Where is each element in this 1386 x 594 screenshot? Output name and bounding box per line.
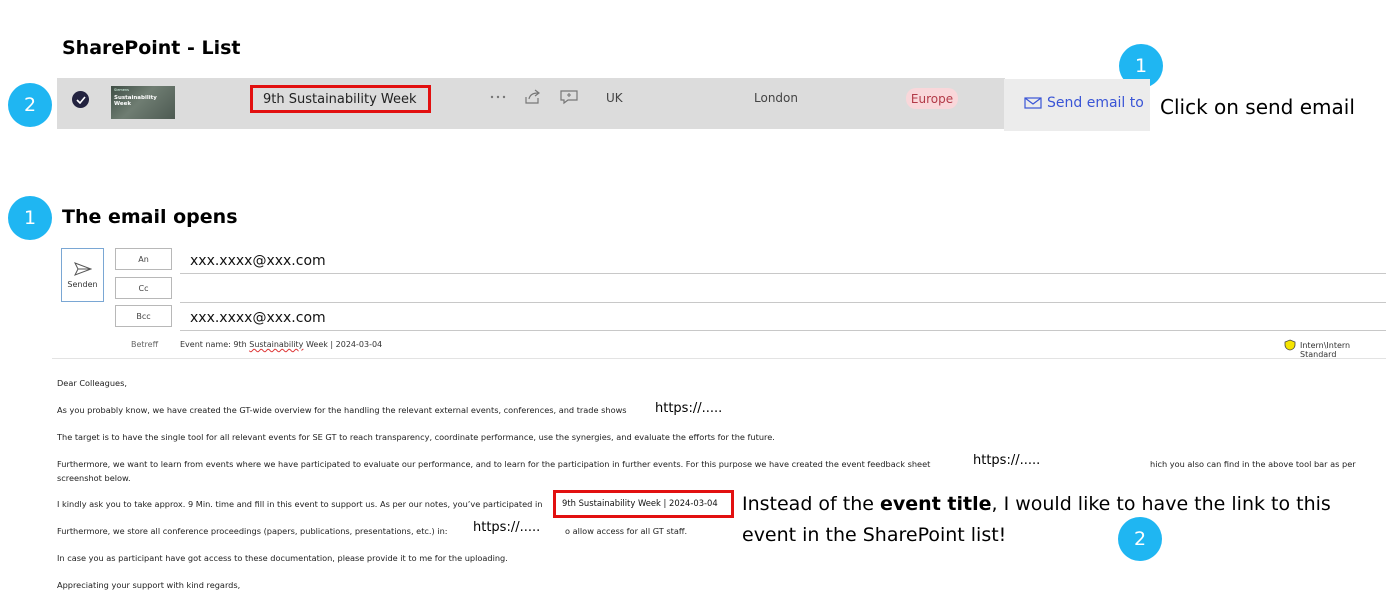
body-paragraph-5b: o allow access for all GT staff. bbox=[565, 526, 688, 536]
sensitivity-label[interactable]: Intern\Intern Standard bbox=[1300, 341, 1386, 359]
body-paragraph-2: The target is to have the single tool fo… bbox=[57, 432, 775, 442]
cc-button[interactable]: Cc bbox=[115, 277, 172, 299]
row-selected-check-icon[interactable] bbox=[72, 91, 89, 108]
to-button[interactable]: An bbox=[115, 248, 172, 270]
send-button[interactable]: Senden bbox=[61, 248, 104, 302]
bcc-field[interactable]: xxx.xxxx@xxx.com bbox=[190, 310, 326, 326]
body-url-1[interactable]: https://..... bbox=[655, 401, 722, 416]
send-button-label: Senden bbox=[67, 279, 98, 289]
thumbnail-title: Sustainability Week bbox=[114, 95, 157, 107]
event-thumbnail[interactable]: Siemens Sustainability Week bbox=[111, 86, 175, 119]
body-paragraph-3a: Furthermore, we want to learn from event… bbox=[57, 459, 931, 469]
mail-icon bbox=[1024, 97, 1042, 109]
step-badge-2-top: 2 bbox=[8, 83, 52, 127]
subject-suffix: Week | 2024-03-04 bbox=[303, 340, 383, 349]
to-field-underline bbox=[180, 273, 1386, 274]
share-icon[interactable] bbox=[524, 89, 542, 105]
shield-icon bbox=[1284, 338, 1296, 351]
body-paragraph-3b: hich you also can find in the above tool… bbox=[1150, 459, 1356, 469]
callout-text-pre: Instead of the bbox=[742, 493, 881, 515]
body-greeting: Dear Colleagues, bbox=[57, 378, 127, 388]
step-badge-2-bottom: 2 bbox=[1118, 517, 1162, 561]
cc-field-underline bbox=[180, 302, 1386, 303]
send-email-button[interactable]: Send email to bbox=[1024, 95, 1148, 111]
body-url-3[interactable]: https://..... bbox=[473, 520, 540, 535]
body-paragraph-1: As you probably know, we have created th… bbox=[57, 405, 627, 415]
more-icon[interactable] bbox=[489, 90, 507, 104]
region-pill: Europe bbox=[906, 88, 958, 109]
body-url-2[interactable]: https://..... bbox=[973, 453, 1040, 468]
section-title-sharepoint-list: SharePoint - List bbox=[62, 37, 241, 59]
send-email-label: Send email to bbox=[1047, 95, 1144, 111]
subject-label: Betreff bbox=[131, 340, 159, 349]
event-title-cell[interactable]: 9th Sustainability Week bbox=[263, 92, 417, 107]
thumbnail-kicker: Siemens bbox=[114, 88, 129, 92]
city-cell: London bbox=[754, 91, 798, 105]
body-paragraph-6: In case you as participant have got acce… bbox=[57, 553, 508, 563]
section-title-email-opens: The email opens bbox=[62, 206, 238, 228]
subject-prefix: Event name: 9th bbox=[180, 340, 250, 349]
body-paragraph-7: Appreciating your support with kind rega… bbox=[57, 580, 241, 590]
subject-misspelled-word: Sustainability bbox=[249, 340, 304, 349]
step-badge-1-email: 1 bbox=[8, 196, 52, 240]
callout-click-send-email: Click on send email bbox=[1160, 95, 1355, 119]
subject-divider bbox=[52, 358, 1386, 359]
send-arrow-icon bbox=[73, 261, 92, 276]
subject-field[interactable]: Event name: 9th Sustainability Week | 20… bbox=[180, 340, 382, 349]
comment-icon[interactable] bbox=[560, 89, 578, 105]
callout-text-bold: event title bbox=[880, 493, 992, 515]
body-paragraph-5a: Furthermore, we store all conference pro… bbox=[57, 526, 448, 536]
bcc-button[interactable]: Bcc bbox=[115, 305, 172, 327]
email-event-title: 9th Sustainability Week | 2024-03-04 bbox=[562, 498, 718, 508]
body-paragraph-4: I kindly ask you to take approx. 9 Min. … bbox=[57, 499, 543, 509]
callout-instead-of-title: Instead of the event title, I would like… bbox=[742, 489, 1342, 551]
body-paragraph-3c: screenshot below. bbox=[57, 473, 131, 483]
country-cell: UK bbox=[606, 91, 623, 105]
bcc-field-underline bbox=[180, 330, 1386, 331]
to-field[interactable]: xxx.xxxx@xxx.com bbox=[190, 253, 326, 269]
